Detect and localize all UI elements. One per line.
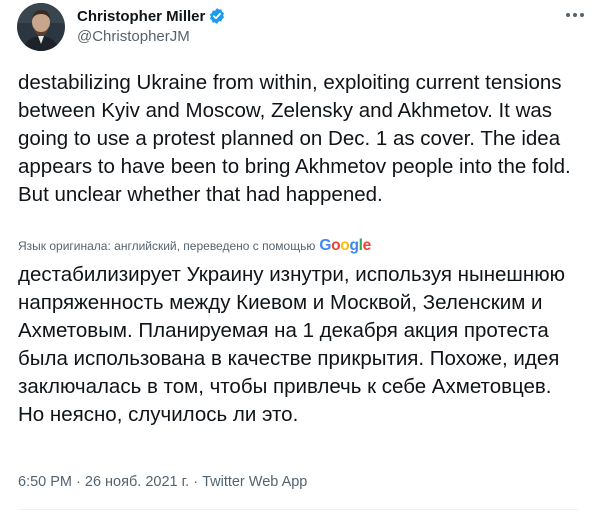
meta-separator: · — [72, 474, 85, 490]
tweet-metadata: 6:50 PM · 26 нояб. 2021 г. · Twitter Web… — [18, 474, 307, 490]
tweet-time[interactable]: 6:50 PM — [18, 474, 72, 490]
avatar[interactable] — [17, 3, 65, 51]
author-block: Christopher Miller @ChristopherJM — [77, 6, 226, 45]
verified-badge-icon — [208, 7, 226, 25]
more-options-button[interactable] — [566, 8, 584, 22]
display-name[interactable]: Christopher Miller — [77, 8, 205, 25]
tweet: Christopher Miller @ChristopherJM destab… — [0, 0, 593, 515]
tweet-translated-text: дестабилизирует Украину изнутри, использ… — [18, 263, 565, 426]
more-dot — [573, 13, 577, 17]
source-app-link[interactable]: Twitter Web App — [202, 474, 307, 490]
divider — [18, 509, 578, 510]
name-row: Christopher Miller — [77, 6, 226, 26]
tweet-date[interactable]: 26 нояб. 2021 г. — [85, 474, 189, 490]
google-logo[interactable]: Google — [319, 237, 371, 255]
translation-note: Язык оригинала: английский, переведено с… — [18, 237, 371, 255]
more-horizontal-icon — [566, 13, 570, 17]
more-dot — [580, 13, 584, 17]
avatar-image — [17, 3, 65, 51]
tweet-original-text: destabilizing Ukraine from within, explo… — [18, 71, 571, 206]
meta-separator: · — [189, 474, 203, 490]
translation-note-text: Язык оригинала: английский, переведено с… — [18, 239, 316, 253]
user-handle[interactable]: @ChristopherJM — [77, 28, 226, 45]
